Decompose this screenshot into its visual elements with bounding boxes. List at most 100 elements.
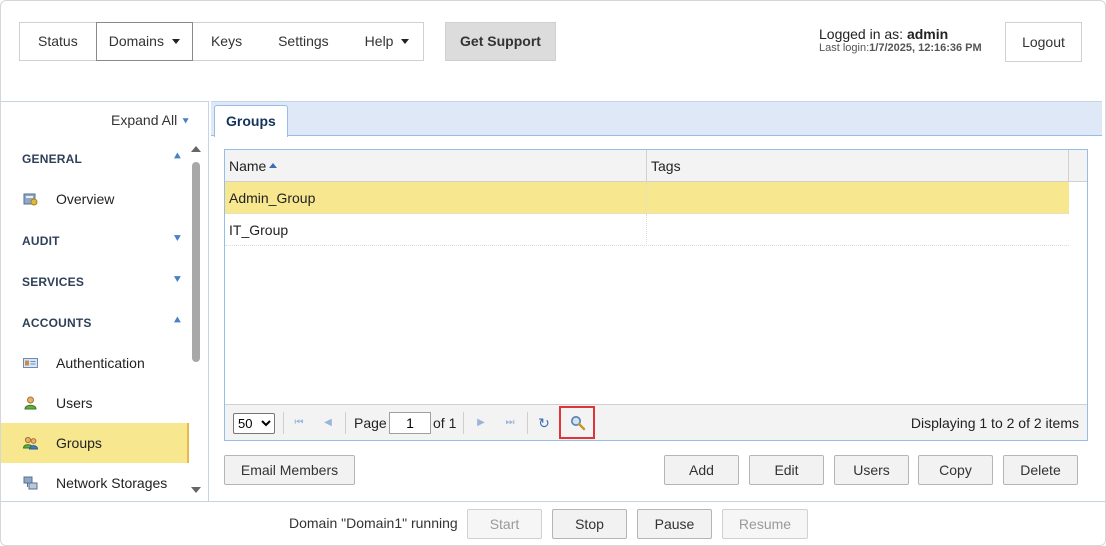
cell-tags (647, 182, 1067, 214)
toolbar-separator (463, 412, 464, 434)
pagination-toolbar: 50 ⏮ ◀ Page of 1 ▶ ⏭ ↻ (225, 404, 1087, 440)
sidebar-item-label: Overview (56, 191, 115, 207)
column-header-tags-label: Tags (651, 158, 681, 174)
pause-button[interactable]: Pause (637, 509, 712, 539)
cell-name: Admin_Group (229, 190, 316, 206)
logged-in-user: admin (906, 26, 949, 42)
section-general[interactable]: GENERAL ⯅ (22, 151, 184, 166)
tab-groups[interactable]: Groups (214, 105, 288, 137)
scroll-up-arrow[interactable] (191, 146, 201, 152)
toolbar-separator (527, 412, 528, 434)
logged-in-as: Logged in as: admin (819, 27, 982, 41)
stop-button[interactable]: Stop (552, 509, 627, 539)
nav-help-label: Help (364, 33, 394, 49)
sidebar-item-groups[interactable]: Groups (1, 423, 189, 463)
sidebar-item-label: Groups (56, 435, 102, 451)
sidebar-scrollbar-thumb[interactable] (192, 162, 200, 362)
section-services-label: SERVICES (22, 275, 85, 289)
groups-grid: Name Tags Admin_Group IT_Group 50 ⏮ ◀ Pa… (224, 149, 1088, 441)
nav-status-label: Status (38, 33, 78, 49)
last-login-value: 1/7/2025, 12:16:36 PM (869, 42, 982, 54)
section-audit-label: AUDIT (22, 234, 60, 248)
scroll-down-arrow[interactable] (191, 487, 201, 493)
delete-button[interactable]: Delete (1003, 455, 1078, 485)
page-number-input[interactable] (389, 412, 431, 434)
sidebar: Expand All ⯆ GENERAL ⯅ Overview AUDIT ⯆ S… (1, 101, 209, 501)
copy-button[interactable]: Copy (918, 455, 993, 485)
section-services[interactable]: SERVICES ⯆ (22, 274, 184, 289)
resume-button[interactable]: Resume (722, 509, 808, 539)
toolbar-separator (283, 412, 284, 434)
previous-page-icon[interactable]: ◀ (320, 414, 336, 432)
collapse-icon: ⯅ (173, 315, 182, 327)
double-chevron-down-icon: ⯆ (181, 116, 190, 128)
sidebar-item-label: Network Storages (56, 475, 168, 491)
last-login: Last login:1/7/2025, 12:16:36 PM (819, 43, 982, 54)
nav-domains[interactable]: Domains (95, 22, 193, 61)
top-nav: Status Domains Keys Settings Help (19, 22, 425, 61)
tab-bar: Groups (211, 101, 1102, 137)
group-icon (23, 436, 38, 450)
nav-keys-label: Keys (210, 33, 243, 49)
cell-tags (647, 214, 1067, 246)
nav-domains-label: Domains (108, 33, 164, 49)
domain-status-text: Domain "Domain1" running (289, 515, 458, 531)
column-header-name-label: Name (229, 158, 267, 174)
app-window: Status Domains Keys Settings Help Get Su… (0, 0, 1106, 546)
grid-header: Name Tags (225, 150, 1087, 182)
expand-all-label: Expand All (111, 112, 178, 128)
expand-icon: ⯆ (173, 233, 182, 245)
nav-settings[interactable]: Settings (260, 23, 347, 60)
last-page-icon[interactable]: ⏭ (502, 414, 518, 432)
section-accounts[interactable]: ACCOUNTS ⯅ (22, 315, 184, 330)
nav-settings-label: Settings (278, 33, 329, 49)
get-support-button[interactable]: Get Support (445, 22, 556, 61)
nav-keys[interactable]: Keys (193, 23, 260, 60)
table-row[interactable]: Admin_Group (225, 182, 1069, 214)
users-button[interactable]: Users (834, 455, 909, 485)
edit-button[interactable]: Edit (749, 455, 824, 485)
refresh-icon[interactable]: ↻ (536, 414, 552, 432)
sidebar-item-label: Users (56, 395, 93, 411)
last-login-prefix: Last login: (819, 42, 870, 54)
login-info: Logged in as: admin Last login:1/7/2025,… (819, 27, 982, 54)
sidebar-item-users[interactable]: Users (1, 383, 189, 423)
sidebar-item-label: Authentication (56, 355, 145, 371)
section-general-label: GENERAL (22, 152, 83, 166)
expand-all-button[interactable]: Expand All ⯆ (111, 112, 190, 129)
cell-name: IT_Group (229, 222, 289, 238)
sidebar-item-network-storages[interactable]: Network Storages (1, 463, 189, 501)
main-panel: Groups Name Tags Admin_Group IT_Group 50… (211, 101, 1103, 501)
nav-status[interactable]: Status (20, 23, 96, 60)
next-page-icon[interactable]: ▶ (473, 414, 489, 432)
chevron-down-icon (171, 38, 180, 44)
table-row[interactable]: IT_Group (225, 214, 1069, 246)
user-icon (24, 396, 37, 410)
section-audit[interactable]: AUDIT ⯆ (22, 233, 184, 248)
page-label: Page (354, 415, 387, 431)
logged-in-prefix: Logged in as: (819, 26, 907, 42)
start-button[interactable]: Start (467, 509, 542, 539)
id-card-icon (23, 358, 38, 368)
section-accounts-label: ACCOUNTS (22, 316, 92, 330)
column-header-name[interactable]: Name (225, 150, 646, 182)
sidebar-item-authentication[interactable]: Authentication (1, 343, 189, 383)
nav-help[interactable]: Help (347, 23, 424, 60)
toolbar-separator (345, 412, 346, 434)
collapse-icon: ⯅ (173, 151, 182, 163)
displaying-count: Displaying 1 to 2 of 2 items (910, 415, 1079, 431)
sidebar-item-overview[interactable]: Overview (1, 179, 189, 219)
first-page-icon[interactable]: ⏮ (291, 414, 307, 432)
chevron-down-icon (401, 38, 410, 44)
column-divider (1068, 150, 1069, 182)
domain-control-bar: Domain "Domain1" running Start Stop Paus… (1, 501, 1105, 545)
page-size-select[interactable]: 50 (233, 413, 275, 434)
add-button[interactable]: Add (664, 455, 739, 485)
email-members-button[interactable]: Email Members (224, 455, 355, 485)
page-of-label: of 1 (433, 415, 457, 431)
expand-icon: ⯆ (173, 274, 182, 286)
column-header-tags[interactable]: Tags (647, 150, 1067, 182)
search-button[interactable] (559, 406, 595, 439)
network-storage-icon (23, 476, 38, 490)
logout-button[interactable]: Logout (1005, 22, 1082, 62)
